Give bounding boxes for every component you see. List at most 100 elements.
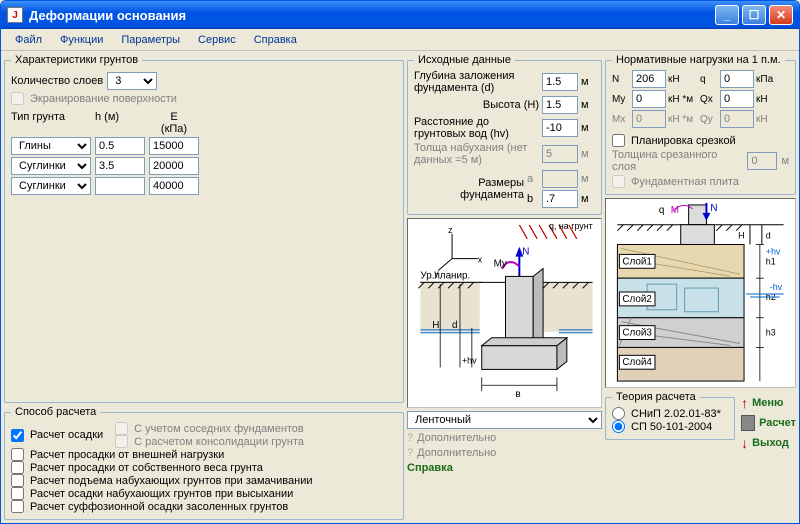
chk-consol xyxy=(115,435,128,448)
cut-thick-label: Толщина срезанного слоя xyxy=(612,149,743,173)
help-link[interactable]: Справка xyxy=(407,462,602,474)
svg-text:d: d xyxy=(452,320,458,331)
soil-h-2[interactable] xyxy=(95,177,145,195)
layer-count-select[interactable]: 3 xyxy=(107,72,157,90)
middle-column: Исходные данные Глубина заложения фундам… xyxy=(407,54,602,520)
screening-checkbox xyxy=(11,92,24,105)
svg-text:My: My xyxy=(494,258,507,269)
chk-swelling-dry-row[interactable]: Расчет осадки набухающих грунтов при выс… xyxy=(11,487,397,500)
client-area: Характеристики грунтов Количество слоев … xyxy=(1,51,799,523)
chk-cut[interactable] xyxy=(612,134,625,147)
menubar: Файл Функции Параметры Сервис Справка xyxy=(1,29,799,51)
mx-input xyxy=(632,110,666,128)
arrow-up-icon: ↑ xyxy=(741,395,748,411)
window-buttons: _ ☐ ✕ xyxy=(715,5,793,25)
calc-method: Способ расчета Расчет осадки С учетом со… xyxy=(4,406,404,520)
window-title: Деформации основания xyxy=(29,8,715,23)
normative-loads: Нормативные нагрузки на 1 п.м. NкН qкПа … xyxy=(605,54,796,195)
chk-swelling-dry[interactable] xyxy=(11,487,24,500)
soil-legend: Характеристики грунтов xyxy=(11,54,142,66)
soil-type-0[interactable]: Глины xyxy=(11,137,91,155)
header-h: h (м) xyxy=(95,111,145,135)
chk-own-weight[interactable] xyxy=(11,461,24,474)
additional-2: ?Дополнительно xyxy=(407,447,602,459)
gw-input[interactable] xyxy=(542,119,578,137)
chk-swelling-wet-row[interactable]: Расчет подъема набухающих грунтов при за… xyxy=(11,474,397,487)
layers-diagram-svg: q M N H d +hv xyxy=(606,199,795,387)
cut-thick-input xyxy=(747,152,777,170)
gw-label: Расстояние до грунтовых вод (hv) xyxy=(414,116,539,140)
radio-sp[interactable] xyxy=(612,420,625,433)
soil-h-1[interactable] xyxy=(95,157,145,175)
calc-button[interactable]: Расчет xyxy=(741,415,796,431)
menu-functions[interactable]: Функции xyxy=(52,32,111,48)
chk-suffusion[interactable] xyxy=(11,500,24,513)
qx-input[interactable] xyxy=(720,90,754,108)
right-column: Нормативные нагрузки на 1 п.м. NкН qкПа … xyxy=(605,54,796,520)
svg-text:q: q xyxy=(659,205,665,216)
depth-label: Глубина заложения фундамента (d) xyxy=(414,70,539,94)
soil-e-1[interactable] xyxy=(149,157,199,175)
soil-type-2[interactable]: Суглинки xyxy=(11,177,91,195)
soil-e-0[interactable] xyxy=(149,137,199,155)
soil-e-2[interactable] xyxy=(149,177,199,195)
swell-input xyxy=(542,145,578,163)
chk-ext-load-row[interactable]: Расчет просадки от внешней нагрузки xyxy=(11,448,397,461)
svg-text:Ур.планир.: Ур.планир. xyxy=(420,270,470,281)
svg-text:в: в xyxy=(515,389,520,400)
chk-own-weight-row[interactable]: Расчет просадки от собственного веса гру… xyxy=(11,461,397,474)
svg-text:Слой1: Слой1 xyxy=(622,256,652,267)
depth-input[interactable] xyxy=(542,73,578,91)
radio-snip-row[interactable]: СНиП 2.02.01-83* xyxy=(612,407,728,420)
menu-button[interactable]: ↑Меню xyxy=(741,395,796,411)
menu-help[interactable]: Справка xyxy=(246,32,305,48)
chk-settlement[interactable] xyxy=(11,429,24,442)
theory: Теория расчета СНиП 2.02.01-83* СП 50-10… xyxy=(605,391,735,440)
arrow-down-icon: ↓ xyxy=(741,435,748,451)
exit-button[interactable]: ↓Выход xyxy=(741,435,796,451)
n-input[interactable] xyxy=(632,70,666,88)
svg-text:N: N xyxy=(522,247,529,258)
chk-swelling-wet[interactable] xyxy=(11,474,24,487)
chk-cut-row[interactable]: Планировка срезкой xyxy=(612,134,789,147)
svg-text:H: H xyxy=(432,320,439,331)
soil-characteristics: Характеристики грунтов Количество слоев … xyxy=(4,54,404,403)
calculator-icon xyxy=(741,415,755,431)
soil-h-0[interactable] xyxy=(95,137,145,155)
q-input[interactable] xyxy=(720,70,754,88)
svg-text:+hv: +hv xyxy=(766,246,781,256)
chk-ext-load[interactable] xyxy=(11,448,24,461)
header-e: E (кПа) xyxy=(149,111,199,135)
swell-label: Толща набухания (нет данных =5 м) xyxy=(414,142,539,166)
maximize-button[interactable]: ☐ xyxy=(742,5,766,25)
svg-text:h3: h3 xyxy=(766,328,776,338)
svg-text:N: N xyxy=(710,203,717,214)
radio-snip[interactable] xyxy=(612,407,625,420)
dims-label: Размеры фундамента xyxy=(414,177,524,201)
svg-text:z: z xyxy=(448,225,452,235)
menu-file[interactable]: Файл xyxy=(7,32,50,48)
my-input[interactable] xyxy=(632,90,666,108)
menu-service[interactable]: Сервис xyxy=(190,32,244,48)
dim-b-input[interactable] xyxy=(542,190,578,208)
chk-slab-row: Фундаментная плита xyxy=(612,175,789,188)
svg-text:q, на грунт: q, на грунт xyxy=(549,221,593,231)
dim-a-input xyxy=(542,170,578,188)
titlebar: J Деформации основания _ ☐ ✕ xyxy=(1,1,799,29)
height-input[interactable] xyxy=(542,96,578,114)
source-legend: Исходные данные xyxy=(414,54,515,66)
chk-settlement-row[interactable]: Расчет осадки xyxy=(11,422,103,448)
svg-text:h1: h1 xyxy=(766,256,776,266)
menu-params[interactable]: Параметры xyxy=(113,32,188,48)
qy-input xyxy=(720,110,754,128)
chk-suffusion-row[interactable]: Расчет суффозионной осадки засоленных гр… xyxy=(11,500,397,513)
foundation-type-select[interactable]: Ленточный xyxy=(407,411,602,429)
minimize-button[interactable]: _ xyxy=(715,5,739,25)
svg-text:Слой2: Слой2 xyxy=(622,294,652,305)
foundation-diagram: q, на грунт z x y N My xyxy=(407,218,602,408)
close-button[interactable]: ✕ xyxy=(769,5,793,25)
left-column: Характеристики грунтов Количество слоев … xyxy=(4,54,404,520)
loads-legend: Нормативные нагрузки на 1 п.м. xyxy=(612,54,785,66)
radio-sp-row[interactable]: СП 50-101-2004 xyxy=(612,420,728,433)
soil-type-1[interactable]: Суглинки xyxy=(11,157,91,175)
